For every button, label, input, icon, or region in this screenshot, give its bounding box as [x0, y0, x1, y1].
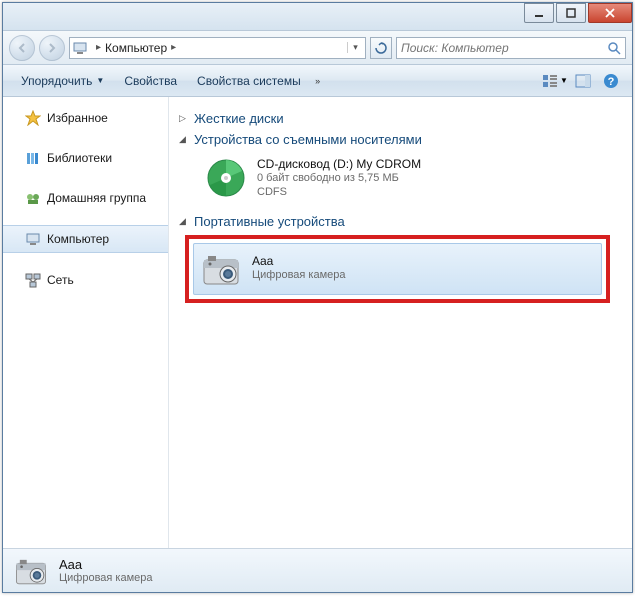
address-bar[interactable]: ▸ Компьютер ▸ ▾ [69, 37, 366, 59]
organize-button[interactable]: Упорядочить▼ [11, 70, 114, 92]
sidebar-item-homegroup[interactable]: Домашняя группа [3, 185, 168, 211]
device-subtitle: Цифровая камера [252, 268, 346, 282]
section-label: Устройства со съемными носителями [194, 132, 422, 147]
content-pane: ▷ Жесткие диски ◢ Устройства со съемными… [169, 97, 632, 548]
sidebar-item-label: Компьютер [47, 232, 109, 246]
close-button[interactable] [588, 3, 632, 23]
view-mode-button[interactable]: ▼ [542, 70, 568, 92]
device-title: CD-дисковод (D:) My CDROM [257, 157, 421, 171]
overflow-button[interactable]: » [311, 76, 325, 86]
sidebar-item-libraries[interactable]: Библиотеки [3, 145, 168, 171]
sidebar-item-favorites[interactable]: Избранное [3, 105, 168, 131]
section-hdd[interactable]: ▷ Жесткие диски [179, 111, 618, 126]
minimize-button[interactable] [524, 3, 554, 23]
section-label: Жесткие диски [194, 111, 284, 126]
device-text: CD-дисковод (D:) My CDROM 0 байт свободн… [257, 157, 421, 200]
expand-icon: ◢ [179, 216, 189, 227]
chevron-right-icon[interactable]: ▸ [171, 42, 176, 53]
sidebar: Избранное Библиотеки Домашняя группа Ком… [3, 97, 169, 548]
main-area: Избранное Библиотеки Домашняя группа Ком… [3, 97, 632, 548]
status-text: Aaa Цифровая камера [59, 557, 153, 584]
expand-icon: ◢ [179, 134, 189, 145]
sidebar-item-computer[interactable]: Компьютер [3, 225, 168, 253]
search-box[interactable] [396, 37, 626, 59]
system-properties-button[interactable]: Свойства системы [187, 70, 311, 92]
sidebar-item-label: Избранное [47, 111, 108, 125]
search-input[interactable] [401, 41, 607, 55]
device-title: Aaa [252, 254, 346, 268]
svg-text:?: ? [608, 76, 615, 88]
help-button[interactable]: ? [598, 70, 624, 92]
breadcrumb-item[interactable]: Компьютер [105, 41, 167, 55]
device-cd-drive[interactable]: CD-дисковод (D:) My CDROM 0 байт свободн… [199, 153, 618, 204]
preview-pane-button[interactable] [570, 70, 596, 92]
section-removable[interactable]: ◢ Устройства со съемными носителями [179, 132, 618, 147]
status-subtitle: Цифровая камера [59, 572, 153, 584]
statusbar: Aaa Цифровая камера [3, 548, 632, 592]
device-filesystem: CDFS [257, 185, 421, 199]
computer-icon [25, 231, 41, 247]
address-dropdown-button[interactable]: ▾ [347, 42, 363, 53]
section-portable[interactable]: ◢ Портативные устройства [179, 214, 618, 229]
section-label: Портативные устройства [194, 214, 345, 229]
device-text: Aaa Цифровая камера [252, 254, 346, 282]
nav-back-button[interactable] [9, 35, 35, 61]
explorer-window: ▸ Компьютер ▸ ▾ Упорядочить▼ Свойства Св… [2, 2, 633, 593]
chevron-right-icon: ▸ [96, 42, 101, 53]
homegroup-icon [25, 190, 41, 206]
cd-drive-icon [205, 157, 247, 199]
properties-button[interactable]: Свойства [114, 70, 187, 92]
sidebar-item-network[interactable]: Сеть [3, 267, 168, 293]
command-bar: Упорядочить▼ Свойства Свойства системы »… [3, 65, 632, 97]
computer-icon [72, 40, 88, 56]
network-icon [25, 272, 41, 288]
nav-forward-button[interactable] [39, 35, 65, 61]
titlebar [3, 3, 632, 31]
sidebar-item-label: Домашняя группа [47, 191, 146, 205]
device-camera[interactable]: Aaa Цифровая камера [193, 243, 602, 295]
device-subtitle: 0 байт свободно из 5,75 МБ [257, 171, 421, 185]
sidebar-item-label: Библиотеки [47, 151, 112, 165]
maximize-button[interactable] [556, 3, 586, 23]
library-icon [25, 150, 41, 166]
status-title: Aaa [59, 557, 153, 572]
collapse-icon: ▷ [179, 113, 189, 124]
camera-icon [13, 553, 49, 589]
star-icon [25, 110, 41, 126]
highlight-annotation: Aaa Цифровая камера [185, 235, 610, 303]
camera-icon [200, 248, 242, 290]
search-icon [607, 41, 621, 55]
navbar: ▸ Компьютер ▸ ▾ [3, 31, 632, 65]
refresh-button[interactable] [370, 37, 392, 59]
sidebar-item-label: Сеть [47, 273, 74, 287]
